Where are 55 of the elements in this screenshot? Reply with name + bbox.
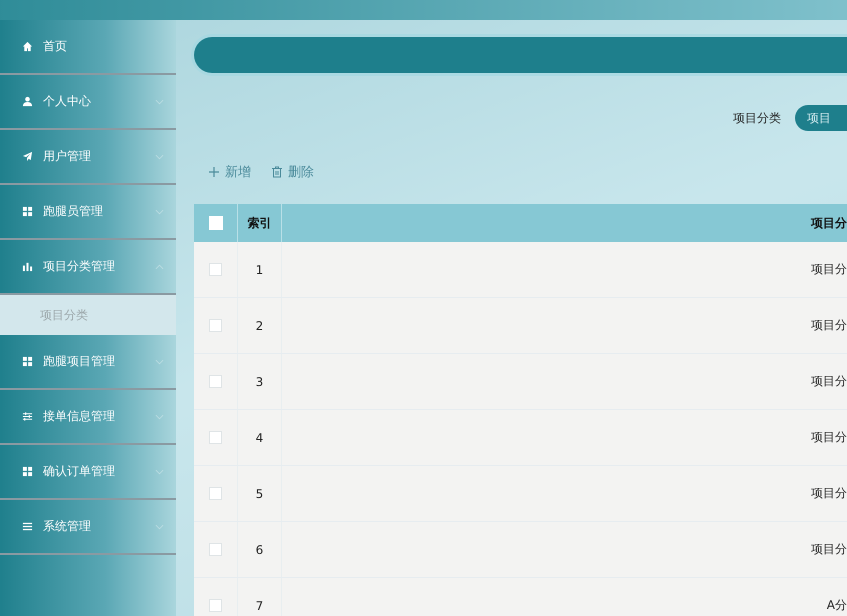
menu-item[interactable]: 系统管理 xyxy=(0,500,176,555)
table-cell-text: 项目分 xyxy=(810,429,847,446)
table-cell-text: 项目分 xyxy=(810,485,847,502)
row-checkbox[interactable] xyxy=(209,431,222,444)
table-cell-text: A分 xyxy=(826,597,847,614)
table-cell: 4 xyxy=(238,410,282,465)
chevron-icon xyxy=(155,468,164,474)
send-icon xyxy=(22,151,33,162)
chevron-icon xyxy=(155,524,164,530)
home-icon xyxy=(22,41,33,52)
trash-icon xyxy=(271,166,283,178)
table-cell-text: 项目分 xyxy=(810,261,847,278)
search-label: 项目分类 xyxy=(733,110,781,126)
menu-item[interactable]: 个人中心 xyxy=(0,75,176,130)
menu-item[interactable]: 用户管理 xyxy=(0,130,176,185)
submenu-item[interactable]: 项目分类 xyxy=(0,295,176,335)
menu-item[interactable]: 跑腿员管理 xyxy=(0,185,176,240)
grid-icon xyxy=(22,356,33,367)
chevron-icon xyxy=(155,264,164,270)
row-checkbox[interactable] xyxy=(209,263,222,276)
delete-button[interactable]: 删除 xyxy=(269,159,316,185)
grid-icon xyxy=(22,466,33,477)
table-cell-text: 项目分 xyxy=(810,317,847,334)
add-button[interactable]: 新增 xyxy=(206,159,253,185)
table-cell: 5 xyxy=(238,466,282,521)
plus-icon xyxy=(208,166,220,178)
table-cell: 1 xyxy=(238,242,282,297)
user-icon xyxy=(22,96,33,107)
chevron-icon xyxy=(155,208,164,214)
menu-icon xyxy=(22,521,33,532)
grid-icon xyxy=(22,206,33,217)
chevron-icon xyxy=(155,98,164,104)
search-field[interactable]: 项目 xyxy=(795,105,847,131)
menu-item[interactable]: 跑腿项目管理 xyxy=(0,335,176,390)
row-checkbox[interactable] xyxy=(209,543,222,556)
table-cell-text: 项目分 xyxy=(810,373,847,390)
row-checkbox[interactable] xyxy=(209,599,222,612)
chevron-icon xyxy=(155,154,164,160)
table-cell-text: 项目分 xyxy=(810,541,847,558)
chevron-icon xyxy=(155,414,164,420)
row-checkbox[interactable] xyxy=(209,375,222,388)
table-cell: 3 xyxy=(238,354,282,409)
column-header: 项目分 xyxy=(810,214,847,232)
table-cell: 7 xyxy=(238,578,282,616)
menu-item[interactable]: 首页 xyxy=(0,20,176,75)
sliders-icon xyxy=(22,411,33,422)
table-cell: 6 xyxy=(238,522,282,577)
row-checkbox[interactable] xyxy=(209,319,222,332)
row-checkbox[interactable] xyxy=(209,487,222,500)
chevron-icon xyxy=(155,358,164,364)
select-all-checkbox[interactable] xyxy=(208,216,222,230)
menu-item[interactable]: 接单信息管理 xyxy=(0,390,176,445)
bars-icon xyxy=(22,261,33,272)
menu-item[interactable]: 确认订单管理 xyxy=(0,445,176,500)
table-cell: 2 xyxy=(238,298,282,353)
